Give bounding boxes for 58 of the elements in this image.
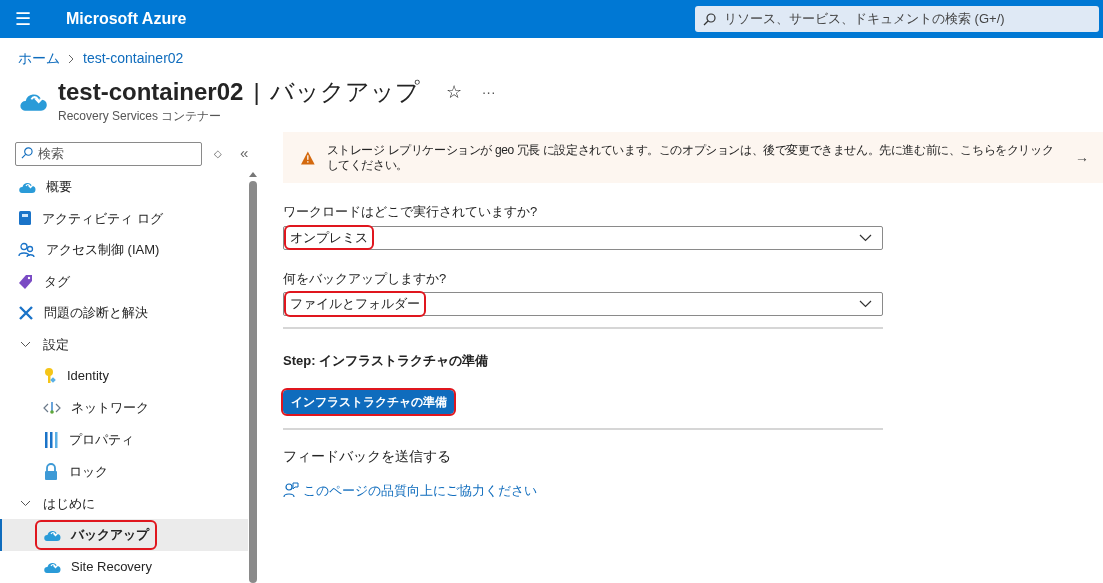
arrow-icon: → bbox=[1075, 147, 1089, 168]
nav-item[interactable]: 問題の診断と解決 bbox=[0, 297, 248, 329]
document-icon bbox=[18, 210, 32, 227]
nav-item[interactable]: バックアップ bbox=[0, 518, 248, 551]
nav-group[interactable]: はじめに bbox=[0, 487, 248, 519]
brand-name[interactable]: Microsoft Azure bbox=[66, 7, 187, 31]
page-section: バックアップ bbox=[269, 77, 420, 107]
field-label: ワークロードはどこで実行されていますか? bbox=[283, 203, 539, 221]
nav-item[interactable]: アクセス制御 (IAM) bbox=[0, 234, 248, 266]
search-icon bbox=[703, 12, 716, 26]
tag-icon bbox=[18, 273, 34, 290]
dropdown-value: ファイルとフォルダー bbox=[286, 293, 424, 315]
page-title: test-container02 bbox=[58, 77, 244, 107]
key-icon bbox=[43, 366, 57, 385]
dropdown-field[interactable]: ファイルとフォルダー bbox=[283, 292, 883, 316]
breadcrumb-link[interactable]: test-container02 bbox=[83, 48, 184, 69]
people-icon bbox=[18, 242, 36, 258]
search-icon bbox=[21, 147, 33, 159]
menu-button[interactable]: ☰ bbox=[0, 5, 46, 33]
lock-icon bbox=[43, 462, 59, 481]
chevron-right-icon bbox=[68, 53, 75, 64]
field-label: 何をバックアップしますか? bbox=[283, 269, 448, 288]
nav-item[interactable]: アクティビティ ログ bbox=[0, 202, 248, 235]
tools-icon bbox=[18, 305, 34, 322]
warning-banner[interactable]: ストレージ レプリケーションが geo 冗長 に設定されています。このオプションは、後で変更できません。先に進む前に、こちらをクリックしてください。 → bbox=[283, 132, 1103, 183]
warning-icon bbox=[301, 150, 315, 165]
nav-item[interactable]: Site Recovery bbox=[0, 550, 248, 583]
nav-group[interactable]: 設定 bbox=[0, 328, 248, 360]
warning-message: ストレージ レプリケーションが geo 冗長 に設定されています。このオプションは、後で変更できません。先に進む前に、こちらをクリックしてください。 bbox=[326, 142, 1055, 173]
title-separator: | bbox=[253, 77, 260, 107]
more-button[interactable]: ··· bbox=[481, 81, 496, 103]
feedback-icon bbox=[283, 482, 299, 499]
step-heading: Step: インフラストラクチャの準備 bbox=[283, 352, 490, 370]
nav-item[interactable]: タグ bbox=[0, 265, 248, 298]
favorite-button[interactable]: ☆ bbox=[445, 78, 462, 106]
nav-item[interactable]: Identity bbox=[0, 359, 248, 392]
breadcrumb-link[interactable]: ホーム bbox=[18, 48, 60, 69]
network-icon bbox=[43, 399, 61, 416]
feedback-link[interactable]: このページの品質向上にご協力ください bbox=[283, 480, 883, 500]
search-field[interactable]: リソース、サービス、ドキュメントの検索 (G+/) bbox=[695, 6, 1099, 32]
scroll-up-icon[interactable] bbox=[249, 171, 257, 177]
nav-item[interactable]: ロック bbox=[0, 455, 248, 488]
chevron-icon bbox=[20, 340, 31, 348]
properties-icon bbox=[43, 430, 59, 449]
chevron-icon bbox=[20, 499, 31, 507]
nav-item[interactable]: ネットワーク bbox=[0, 391, 248, 424]
dropdown-field[interactable]: オンプレミス bbox=[283, 225, 883, 250]
sort-button[interactable]: ◇ bbox=[214, 145, 222, 161]
prepare-infrastructure-button[interactable]: インフラストラクチャの準備 bbox=[283, 389, 454, 414]
page-subtitle: Recovery Services コンテナー bbox=[58, 108, 223, 125]
dropdown-value: オンプレミス bbox=[286, 226, 372, 249]
nav-item[interactable]: 概要 bbox=[0, 171, 248, 203]
sidebar-search-field[interactable]: 検索 bbox=[15, 141, 202, 166]
feedback-heading: フィードバックを送信する bbox=[283, 446, 452, 466]
chevron-down-icon bbox=[859, 233, 872, 242]
collapse-button[interactable]: « bbox=[240, 141, 249, 165]
nav-item[interactable]: プロパティ bbox=[0, 423, 248, 456]
chevron-down-icon bbox=[859, 300, 872, 308]
